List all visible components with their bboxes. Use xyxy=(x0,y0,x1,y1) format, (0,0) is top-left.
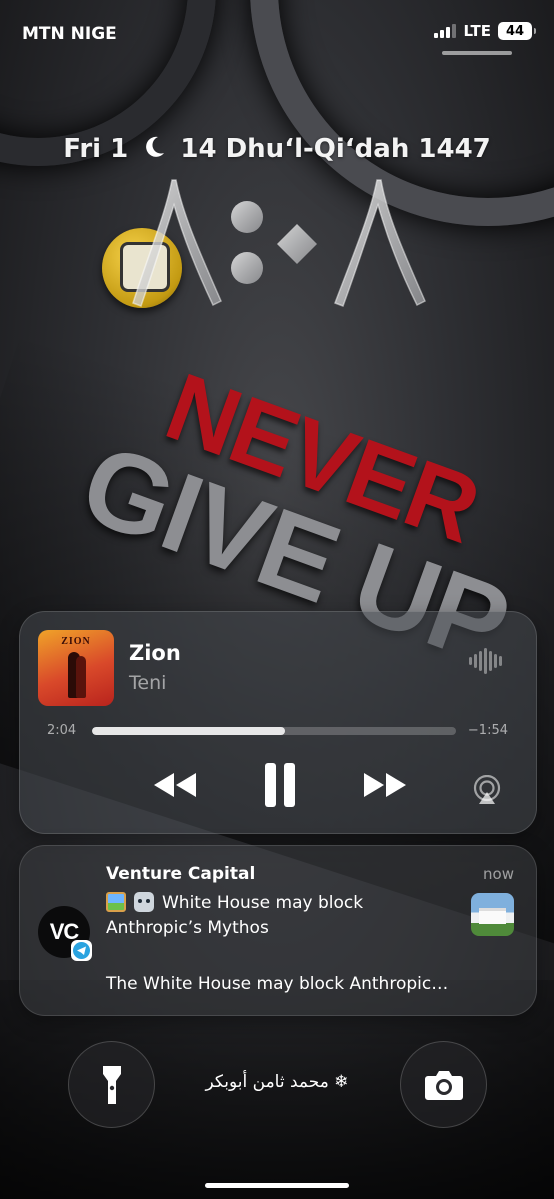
notification-title-cont: Anthropic’s Mythos xyxy=(106,918,269,938)
notification-title-text: White House may block xyxy=(162,893,364,913)
lock-clock xyxy=(0,175,554,315)
flashlight-icon xyxy=(102,1065,121,1104)
rewind-button[interactable] xyxy=(144,762,204,808)
clock-digit-minutes xyxy=(334,179,426,307)
fast-forward-icon xyxy=(364,773,406,797)
notification-thumbnail xyxy=(471,893,514,936)
track-artist: Teni xyxy=(129,672,167,694)
notification-title: White House may block xyxy=(106,892,363,913)
status-indicators: LTE 44 xyxy=(434,22,536,40)
now-playing-widget[interactable]: ZION Zion Teni 2:04 −1:54 xyxy=(19,611,537,834)
track-title: Zion xyxy=(129,641,181,665)
date-prefix: Fri 1 xyxy=(63,134,129,164)
camera-icon xyxy=(424,1070,463,1100)
lock-screen-owner: ❄ محمد ثامن أبوبكر xyxy=(205,1072,349,1092)
clock-colon xyxy=(231,201,263,233)
fast-forward-button[interactable] xyxy=(356,762,416,808)
playback-progress xyxy=(92,727,285,735)
waveform-icon xyxy=(469,648,502,674)
pause-button[interactable] xyxy=(255,762,305,808)
camera-button[interactable] xyxy=(400,1041,487,1128)
clock-colon xyxy=(231,252,263,284)
playback-scrubber[interactable] xyxy=(92,727,456,735)
status-bar: MTN NIGE LTE 44 xyxy=(0,0,554,64)
robot-emoji-icon xyxy=(134,892,154,912)
notification-sender: Venture Capital xyxy=(106,864,256,884)
picture-emoji-icon xyxy=(106,892,126,912)
flashlight-button[interactable] xyxy=(68,1041,155,1128)
time-elapsed: 2:04 xyxy=(47,723,77,738)
album-art[interactable]: ZION xyxy=(38,630,114,706)
carrier-name: MTN NIGE xyxy=(22,24,117,44)
lock-date: Fri 1 14 Dhuʻl-Qiʻdah 1447 xyxy=(0,134,554,164)
airplay-icon xyxy=(473,775,501,804)
signal-icon xyxy=(434,24,457,38)
notification-time: now xyxy=(483,865,514,883)
battery-icon: 44 xyxy=(498,22,536,40)
hijri-date: 14 Dhuʻl-Qiʻdah 1447 xyxy=(180,134,491,164)
time-remaining: −1:54 xyxy=(467,723,508,738)
airplay-button[interactable] xyxy=(469,767,505,813)
clock-digits xyxy=(132,179,426,307)
pause-icon xyxy=(265,763,295,807)
notification-card[interactable]: VC Venture Capital now White House may b… xyxy=(19,845,537,1016)
telegram-icon xyxy=(71,940,92,961)
clock-digit-hours xyxy=(132,179,222,307)
network-type: LTE xyxy=(463,22,491,40)
home-indicator[interactable] xyxy=(205,1183,349,1188)
clock-diamond xyxy=(277,224,317,264)
control-center-indicator[interactable] xyxy=(442,51,512,55)
rewind-icon xyxy=(154,773,196,797)
album-art-title: ZION xyxy=(61,636,91,647)
notification-body: The White House may block Anthropic… xyxy=(106,974,449,994)
crescent-moon-icon xyxy=(137,134,180,164)
